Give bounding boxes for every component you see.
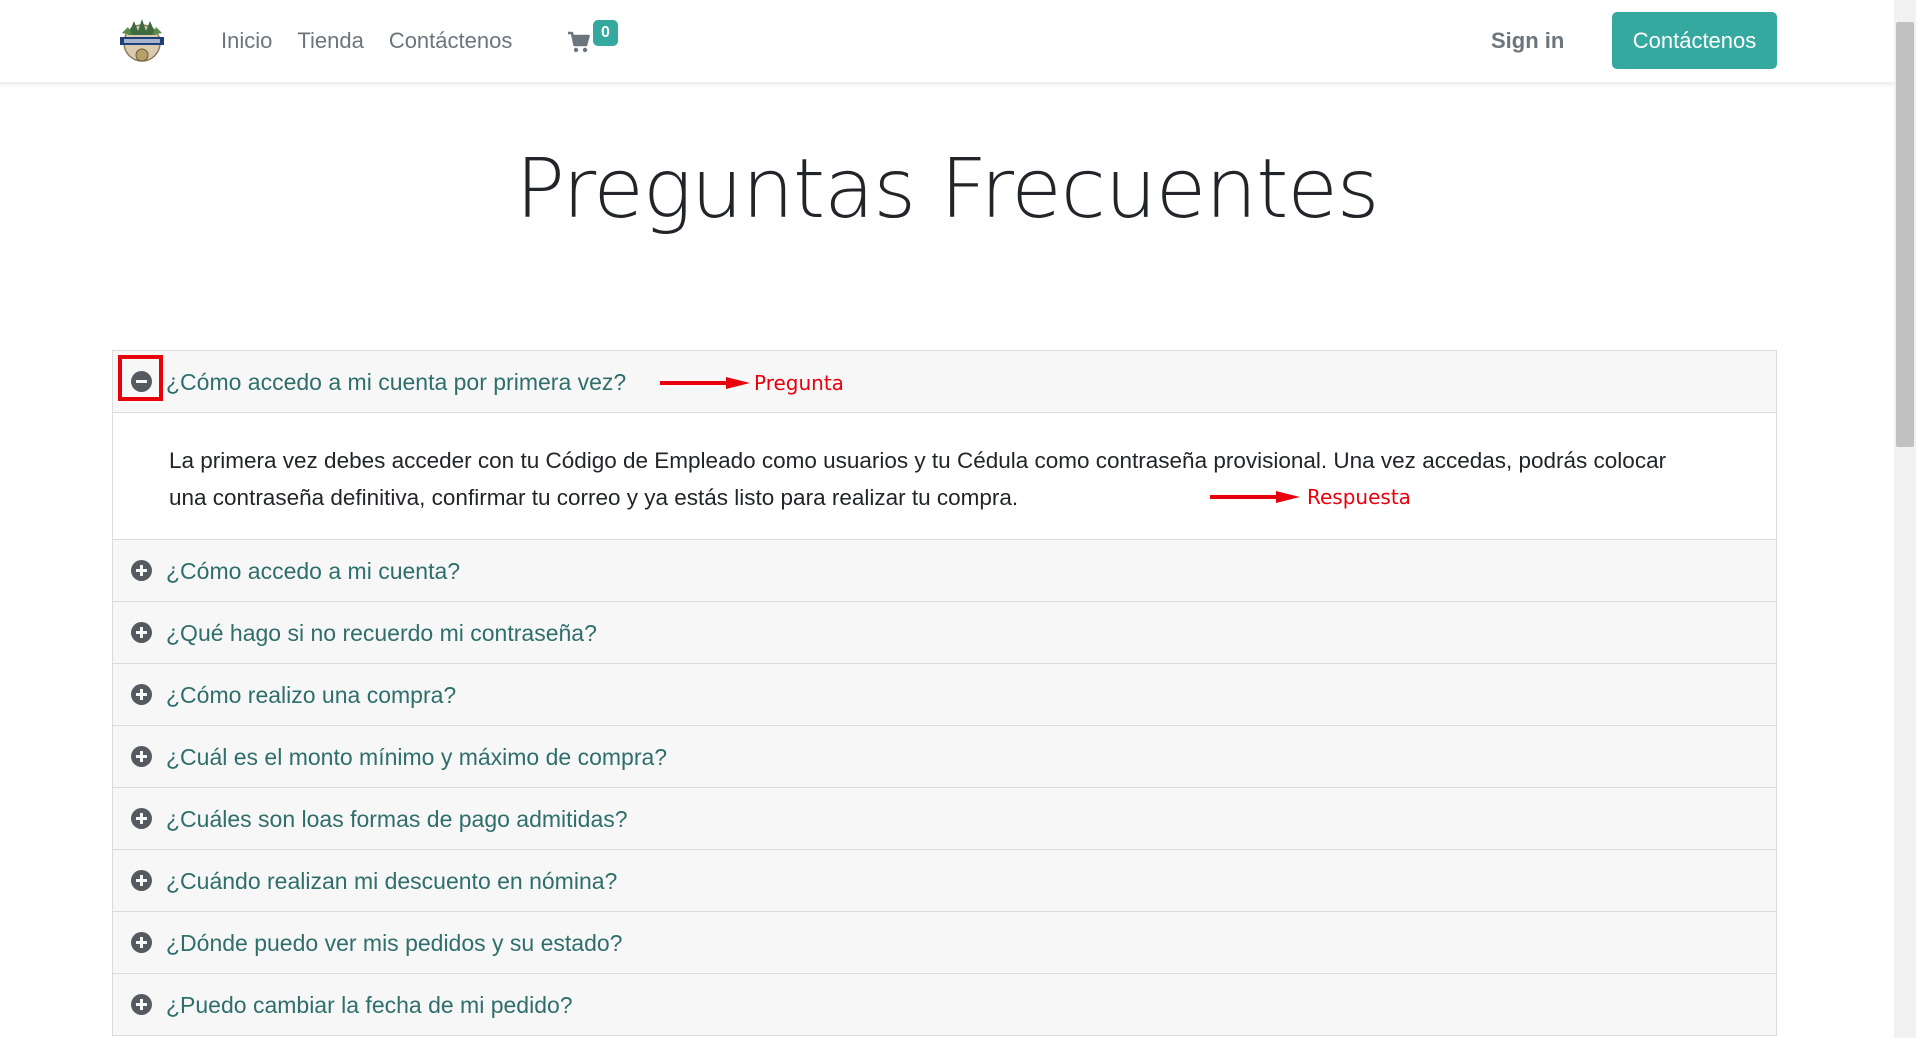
- annotation-label-respuesta: Respuesta: [1307, 485, 1411, 509]
- plus-circle-icon[interactable]: [131, 808, 152, 829]
- faq-question[interactable]: ¿Qué hago si no recuerdo mi contraseña?: [166, 618, 597, 648]
- sign-in-link[interactable]: Sign in: [1491, 24, 1564, 58]
- top-navbar: Inicio Tienda Contáctenos 0 Sign in Cont…: [0, 0, 1894, 83]
- page-scrollbar[interactable]: [1894, 0, 1916, 1038]
- faq-item-header[interactable]: ¿Qué hago si no recuerdo mi contraseña?: [113, 602, 1776, 664]
- faq-answer-text: La primera vez debes acceder con tu Códi…: [169, 448, 1667, 510]
- faq-question[interactable]: ¿Cuándo realizan mi descuento en nómina?: [166, 866, 617, 896]
- shopping-cart-icon: [568, 31, 590, 53]
- faq-question[interactable]: ¿Cuáles son loas formas de pago admitida…: [166, 804, 628, 834]
- faq-item-header[interactable]: ¿Cuáles son loas formas de pago admitida…: [113, 788, 1776, 850]
- faq-question[interactable]: ¿Cómo realizo una compra?: [166, 680, 456, 710]
- faq-item-header[interactable]: ¿Cómo realizo una compra?: [113, 664, 1776, 726]
- cart-count-badge: 0: [593, 20, 618, 46]
- plus-circle-icon[interactable]: [131, 684, 152, 705]
- nav-link-inicio[interactable]: Inicio: [221, 24, 272, 58]
- annotation-arrow-icon: [660, 377, 750, 389]
- nav-link-contactenos[interactable]: Contáctenos: [389, 24, 513, 58]
- plus-circle-icon[interactable]: [131, 622, 152, 643]
- faq-item-header[interactable]: ¿Cuándo realizan mi descuento en nómina?: [113, 850, 1776, 912]
- annotation-arrow-icon: [1210, 491, 1300, 503]
- faq-question[interactable]: ¿Cómo accedo a mi cuenta?: [166, 556, 460, 586]
- faq-item-header[interactable]: ¿Cómo accedo a mi cuenta?: [113, 540, 1776, 602]
- faq-item-header[interactable]: ¿Puedo cambiar la fecha de mi pedido?: [113, 974, 1776, 1036]
- cart-button[interactable]: 0: [567, 20, 627, 60]
- plus-circle-icon[interactable]: [131, 870, 152, 891]
- annotation-label-pregunta: Pregunta: [754, 371, 844, 395]
- faq-answer: La primera vez debes acceder con tu Códi…: [113, 413, 1776, 540]
- annotation-highlight-box: [118, 355, 163, 401]
- faq-item-header[interactable]: ¿Dónde puedo ver mis pedidos y su estado…: [113, 912, 1776, 974]
- brand-logo[interactable]: [114, 13, 170, 69]
- faq-item-header[interactable]: ¿Cuál es el monto mínimo y máximo de com…: [113, 726, 1776, 788]
- plus-circle-icon[interactable]: [131, 746, 152, 767]
- page-title: Preguntas Frecuentes: [515, 142, 1379, 237]
- main-nav: Inicio Tienda Contáctenos: [221, 24, 537, 58]
- nav-link-tienda[interactable]: Tienda: [297, 24, 363, 58]
- faq-item-header[interactable]: ¿Cómo accedo a mi cuenta por primera vez…: [113, 351, 1776, 413]
- contact-button[interactable]: Contáctenos: [1612, 12, 1777, 69]
- plus-circle-icon[interactable]: [131, 560, 152, 581]
- scrollbar-thumb[interactable]: [1896, 22, 1914, 447]
- faq-question[interactable]: ¿Dónde puedo ver mis pedidos y su estado…: [166, 928, 622, 958]
- faq-accordion: ¿Cómo accedo a mi cuenta por primera vez…: [112, 350, 1777, 1036]
- plus-circle-icon[interactable]: [131, 994, 152, 1015]
- faq-question[interactable]: ¿Cómo accedo a mi cuenta por primera vez…: [166, 367, 626, 397]
- faq-question[interactable]: ¿Cuál es el monto mínimo y máximo de com…: [166, 742, 667, 772]
- faq-question[interactable]: ¿Puedo cambiar la fecha de mi pedido?: [166, 990, 573, 1020]
- plus-circle-icon[interactable]: [131, 932, 152, 953]
